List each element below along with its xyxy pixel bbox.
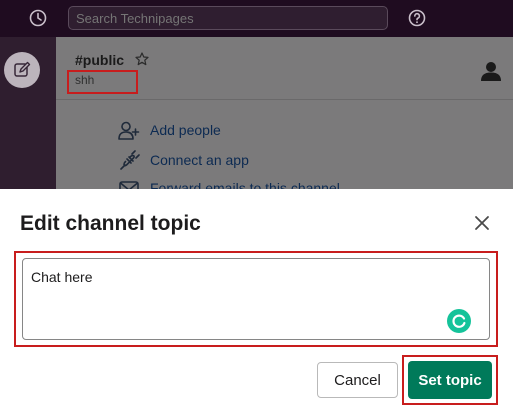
compose-icon <box>14 61 31 77</box>
cancel-button[interactable]: Cancel <box>317 362 398 398</box>
channel-name[interactable]: #public <box>75 52 124 68</box>
grammarly-icon[interactable] <box>447 309 471 333</box>
help-icon[interactable] <box>408 9 426 27</box>
modal-title: Edit channel topic <box>20 212 201 235</box>
member-icon[interactable] <box>480 60 502 82</box>
star-icon[interactable] <box>135 52 149 66</box>
close-icon[interactable] <box>471 212 493 234</box>
search-input[interactable] <box>68 6 388 30</box>
action-label: Add people <box>150 122 221 138</box>
history-icon[interactable] <box>29 9 47 27</box>
plug-icon <box>120 150 140 170</box>
set-topic-button[interactable]: Set topic <box>408 361 492 399</box>
compose-button[interactable] <box>4 52 40 88</box>
topic-input[interactable]: Chat here <box>22 258 490 340</box>
edit-topic-modal: Edit channel topic Chat here Cancel Set … <box>0 189 513 411</box>
add-person-icon <box>118 121 140 140</box>
action-label: Connect an app <box>150 152 249 168</box>
topic-highlight-box <box>67 70 138 94</box>
